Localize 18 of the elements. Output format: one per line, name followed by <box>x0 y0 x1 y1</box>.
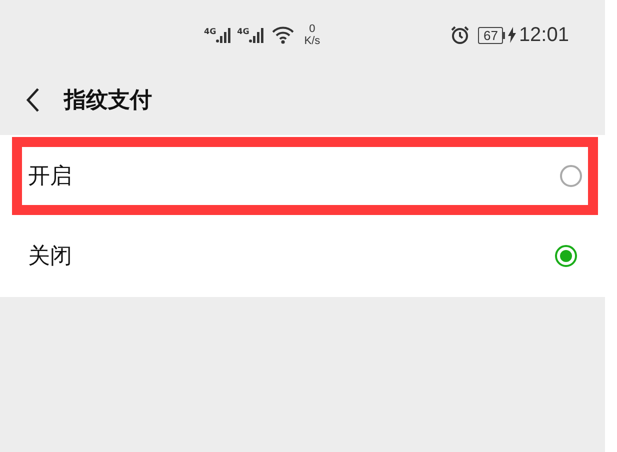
option-row[interactable]: 开启 <box>12 137 598 215</box>
network-type: 4G <box>237 27 250 36</box>
speed-value: 0 <box>309 23 316 35</box>
alarm-icon <box>450 25 470 45</box>
option-label: 关闭 <box>28 243 72 271</box>
wifi-icon <box>272 26 294 44</box>
radio-button[interactable] <box>560 165 582 187</box>
speed-unit: K/s <box>304 35 320 47</box>
radio-button[interactable] <box>555 245 577 267</box>
page-title: 指纹支付 <box>64 87 152 115</box>
network-type: 4G <box>204 27 216 36</box>
signal-icon <box>216 27 234 43</box>
signal-icon <box>249 27 266 43</box>
battery-level: 67 <box>478 26 503 44</box>
battery-tip <box>502 32 505 38</box>
option-label: 开启 <box>28 163 72 191</box>
clock-time: 12:01 <box>518 24 569 46</box>
back-icon[interactable] <box>26 87 40 113</box>
